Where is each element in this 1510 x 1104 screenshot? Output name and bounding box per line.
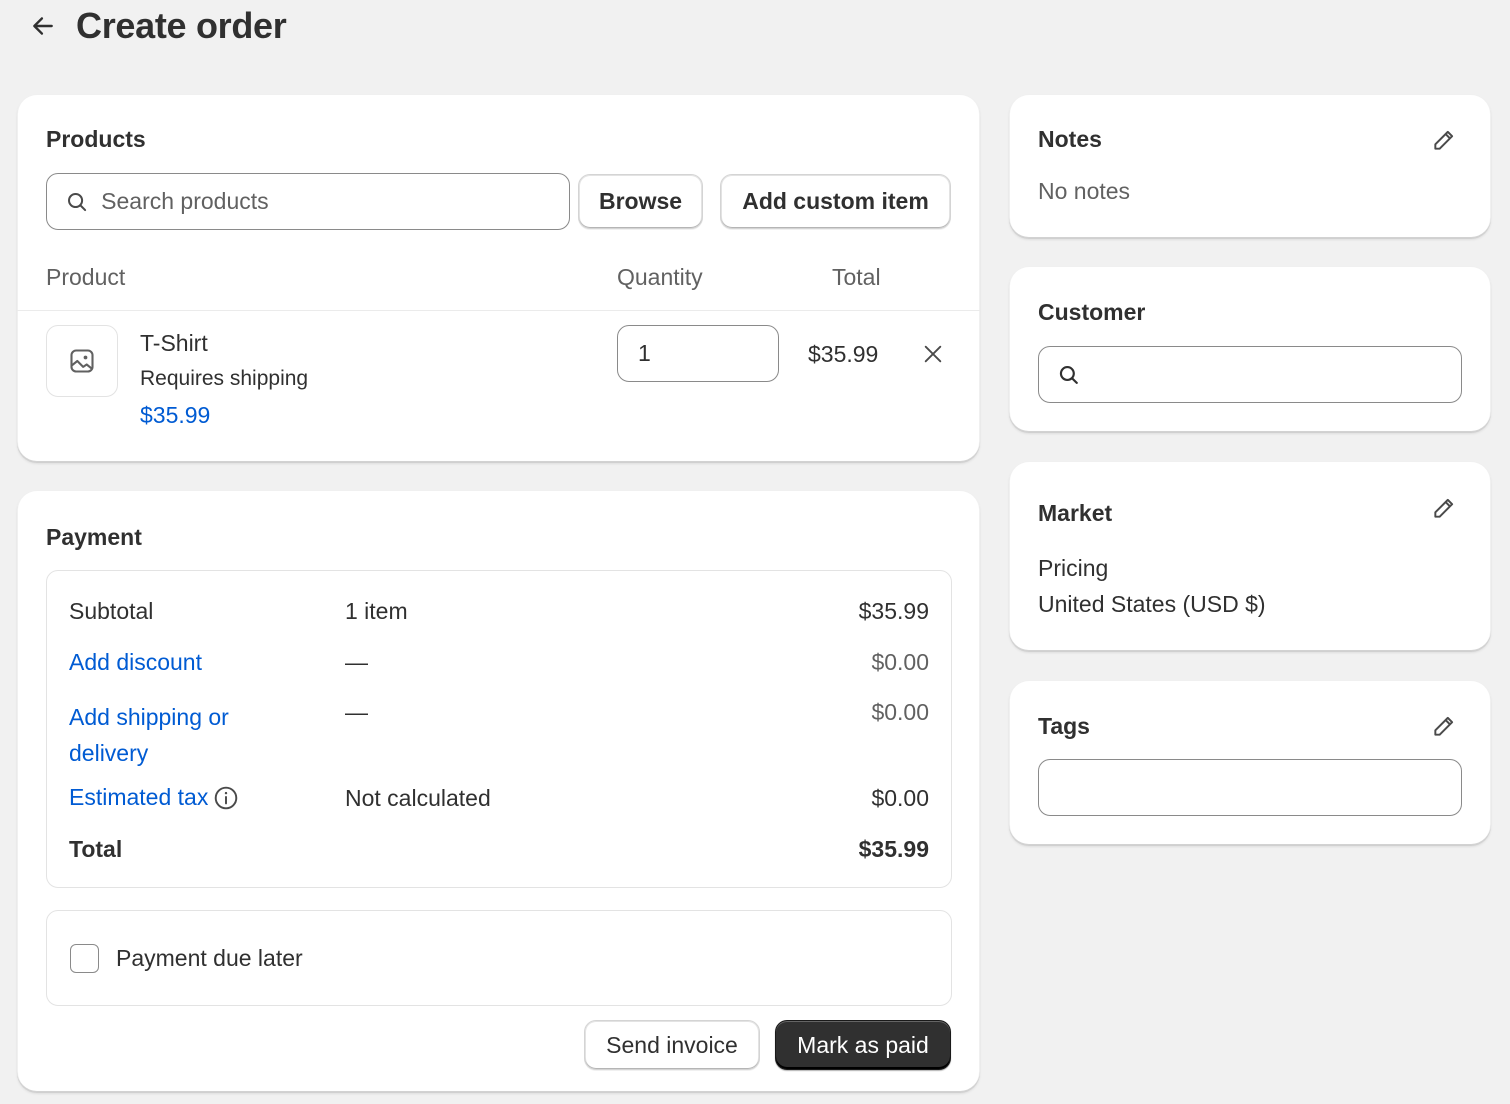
edit-notes-button[interactable] [1428, 124, 1460, 156]
product-shipping-note: Requires shipping [140, 367, 309, 390]
payment-due-later-checkbox[interactable] [70, 944, 99, 973]
notes-card: Notes No notes [1009, 94, 1491, 238]
estimated-tax-link[interactable]: Estimated tax [69, 784, 239, 811]
product-name: T-Shirt [140, 330, 208, 356]
estimated-tax-label: Estimated tax [69, 784, 209, 810]
image-placeholder-icon [70, 349, 94, 373]
payment-due-later-label[interactable]: Payment due later [116, 945, 303, 972]
payment-card: Payment Subtotal 1 item $35.99 Add disco… [17, 490, 980, 1092]
market-pricing-value: United States (USD $) [1038, 591, 1266, 617]
shipping-value: — [345, 699, 368, 725]
add-shipping-link[interactable]: Add shipping or delivery [69, 699, 229, 771]
customer-search-input[interactable] [1092, 361, 1461, 388]
notes-body: No notes [1038, 178, 1131, 204]
pencil-icon [1434, 716, 1454, 736]
subtotal-item-count: 1 item [345, 598, 408, 624]
column-header-total: Total [832, 264, 881, 290]
tags-input[interactable] [1057, 774, 1461, 801]
remove-product-button[interactable] [917, 338, 949, 370]
payment-due-later-box: Payment due later [46, 910, 952, 1006]
quantity-field[interactable] [617, 325, 779, 382]
search-icon [1059, 365, 1078, 384]
add-shipping-label-line2: delivery [69, 740, 149, 766]
tags-field[interactable] [1038, 759, 1462, 816]
discount-value: — [345, 649, 368, 675]
market-title: Market [1038, 500, 1113, 526]
tax-amount: $0.00 [871, 785, 929, 811]
browse-button[interactable]: Browse [578, 174, 703, 229]
customer-search-field[interactable] [1038, 346, 1462, 403]
customer-card: Customer [1009, 266, 1491, 432]
tax-status: Not calculated [345, 785, 491, 811]
products-card: Products Browse Add custom item Product … [17, 94, 980, 462]
pencil-icon [1434, 130, 1454, 150]
add-discount-link[interactable]: Add discount [69, 649, 202, 676]
add-shipping-label-line1: Add shipping or [69, 704, 229, 730]
browse-label: Browse [598, 188, 683, 214]
subtotal-amount: $35.99 [858, 598, 929, 624]
column-header-quantity: Quantity [617, 264, 703, 290]
product-line-total: $35.99 [808, 341, 879, 367]
add-custom-item-button[interactable]: Add custom item [720, 174, 951, 229]
shipping-amount: $0.00 [871, 699, 929, 725]
payment-title: Payment [46, 524, 142, 550]
edit-market-button[interactable] [1428, 492, 1460, 524]
pencil-icon [1434, 498, 1454, 518]
total-amount: $35.99 [858, 836, 929, 862]
market-card: Market Pricing United States (USD $) [1009, 461, 1491, 651]
page-header: Create order [28, 4, 287, 48]
edit-tags-button[interactable] [1428, 710, 1460, 742]
mark-as-paid-label: Mark as paid [797, 1031, 929, 1058]
add-custom-item-label: Add custom item [742, 188, 929, 214]
search-products-input[interactable] [101, 188, 569, 215]
page-title: Create order [76, 5, 287, 46]
customer-title: Customer [1038, 299, 1146, 325]
mark-as-paid-button[interactable]: Mark as paid [775, 1020, 951, 1070]
market-pricing-label: Pricing [1038, 555, 1109, 581]
tags-title: Tags [1038, 713, 1090, 739]
column-header-product: Product [46, 264, 126, 290]
send-invoice-button[interactable]: Send invoice [584, 1020, 760, 1070]
tags-card: Tags [1009, 680, 1491, 845]
table-divider [17, 310, 980, 311]
discount-amount: $0.00 [871, 649, 929, 675]
search-products-field[interactable] [46, 173, 570, 230]
search-icon [68, 192, 87, 211]
info-icon [215, 786, 238, 809]
close-icon [924, 345, 942, 363]
subtotal-label: Subtotal [69, 598, 154, 624]
arrow-left-icon [33, 17, 53, 35]
send-invoice-label: Send invoice [606, 1031, 738, 1058]
quantity-input[interactable] [638, 340, 778, 367]
product-price-link[interactable]: $35.99 [140, 402, 210, 429]
payment-summary: Subtotal 1 item $35.99 Add discount — $0… [46, 570, 952, 888]
products-title: Products [46, 126, 146, 152]
back-button[interactable] [28, 11, 58, 41]
total-label: Total [69, 836, 123, 862]
product-thumbnail [46, 325, 118, 397]
notes-title: Notes [1038, 126, 1102, 152]
